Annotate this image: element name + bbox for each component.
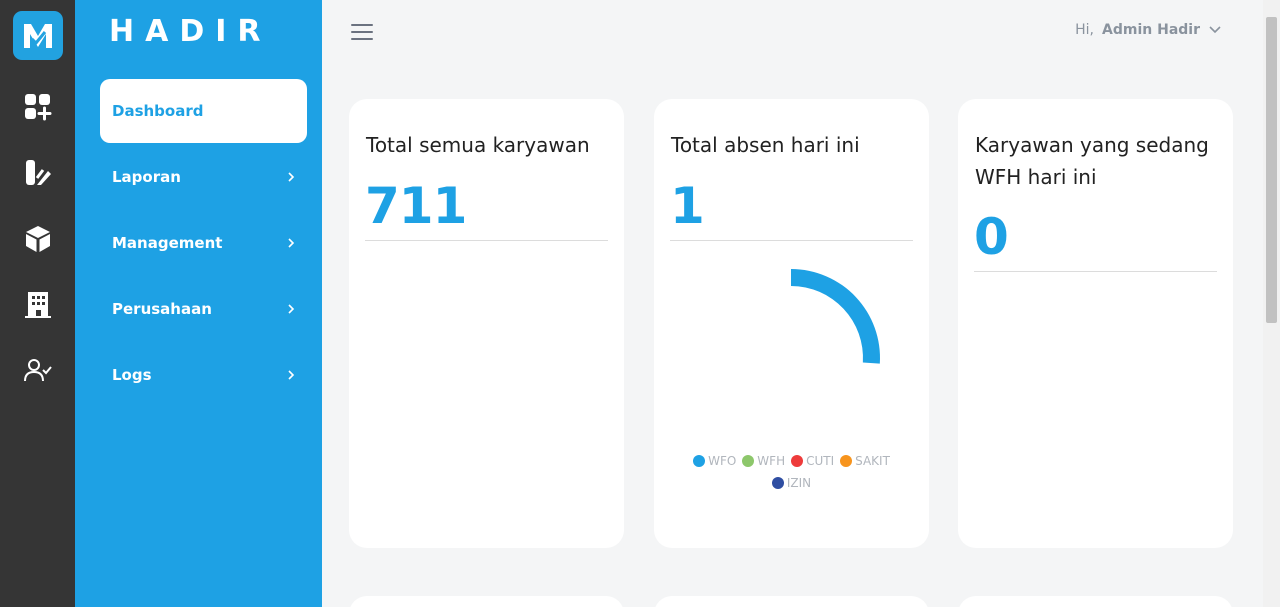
hamburger-menu-icon[interactable] (351, 24, 373, 40)
stat-card-total-employees: Total semua karyawan 711 (349, 99, 624, 548)
menu-item-label: Laporan (112, 168, 181, 186)
scrollbar-thumb[interactable] (1266, 17, 1277, 323)
user-menu-button[interactable]: Admin Hadir (1102, 22, 1200, 38)
legend-label: WFO (708, 454, 737, 468)
menu-item-management[interactable]: Management (100, 211, 307, 275)
stat-card-attendance-today: Total absen hari ini 1 WFO WFH CUTI SAKIT IZ… (654, 99, 929, 548)
divider (365, 240, 608, 241)
brand-title: HADIR (109, 14, 272, 49)
menu-item-label: Dashboard (112, 102, 204, 120)
chevron-right-icon (288, 304, 295, 314)
card-title: Karyawan yang sedang WFH hari ini (975, 133, 1209, 189)
stat-card-wfh-today: Karyawan yang sedang WFH hari ini 0 (958, 99, 1233, 548)
card-value: 0 (974, 208, 1009, 266)
menu-item-label: Logs (112, 366, 152, 384)
menu-item-label: Management (112, 234, 223, 252)
greeting-text: Hi, (1075, 22, 1095, 38)
legend-label: CUTI (806, 454, 835, 468)
card-title: Total absen hari ini (671, 133, 860, 157)
attendance-pie-chart (791, 269, 880, 364)
menu-item-logs[interactable]: Logs (100, 343, 307, 407)
card-value: 711 (365, 177, 467, 235)
sidebar-menu: HADIR Dashboard Laporan Management Perus… (75, 0, 322, 607)
user-greeting: Hi, Admin Hadir (1075, 22, 1222, 38)
user-name: Admin Hadir (1102, 22, 1200, 38)
menu-item-label: Perusahaan (112, 300, 212, 318)
legend-swatch (742, 455, 755, 467)
stat-card-partial (349, 596, 624, 607)
legend-swatch (840, 455, 853, 467)
box-icon[interactable] (22, 223, 54, 255)
report-icon[interactable] (22, 157, 54, 189)
chevron-down-icon[interactable] (1208, 23, 1222, 37)
dashboard-grid-icon[interactable] (22, 91, 54, 123)
app-logo-icon[interactable] (13, 11, 63, 60)
legend-swatch (693, 455, 706, 467)
user-check-icon[interactable] (22, 355, 54, 387)
menu-item-perusahaan[interactable]: Perusahaan (100, 277, 307, 341)
legend-item-cuti[interactable]: CUTI (791, 451, 834, 471)
legend-label: IZIN (786, 476, 812, 490)
legend-item-izin[interactable]: IZIN (771, 473, 812, 493)
legend-item-wfh[interactable]: WFH (742, 451, 785, 471)
menu-item-dashboard[interactable]: Dashboard (100, 79, 307, 143)
card-value: 1 (670, 177, 705, 235)
chart-legend: WFO WFH CUTI SAKIT IZIN (654, 451, 929, 495)
page-scrollbar[interactable] (1263, 0, 1280, 607)
chevron-right-icon (288, 238, 295, 248)
legend-swatch (791, 455, 804, 467)
chevron-right-icon (288, 370, 295, 380)
card-title: Total semua karyawan (366, 133, 590, 157)
legend-label: WFH (757, 454, 786, 468)
legend-label: SAKIT (855, 454, 890, 468)
stat-card-partial (958, 596, 1233, 607)
menu-item-laporan[interactable]: Laporan (100, 145, 307, 209)
legend-swatch (771, 477, 784, 489)
legend-item-sakit[interactable]: SAKIT (840, 451, 890, 471)
legend-item-wfo[interactable]: WFO (693, 451, 736, 471)
building-icon[interactable] (22, 289, 54, 321)
divider (974, 271, 1217, 272)
stat-card-partial (654, 596, 929, 607)
pie-slice-wfo (791, 269, 880, 364)
chevron-right-icon (288, 172, 295, 182)
icon-rail (0, 0, 75, 607)
